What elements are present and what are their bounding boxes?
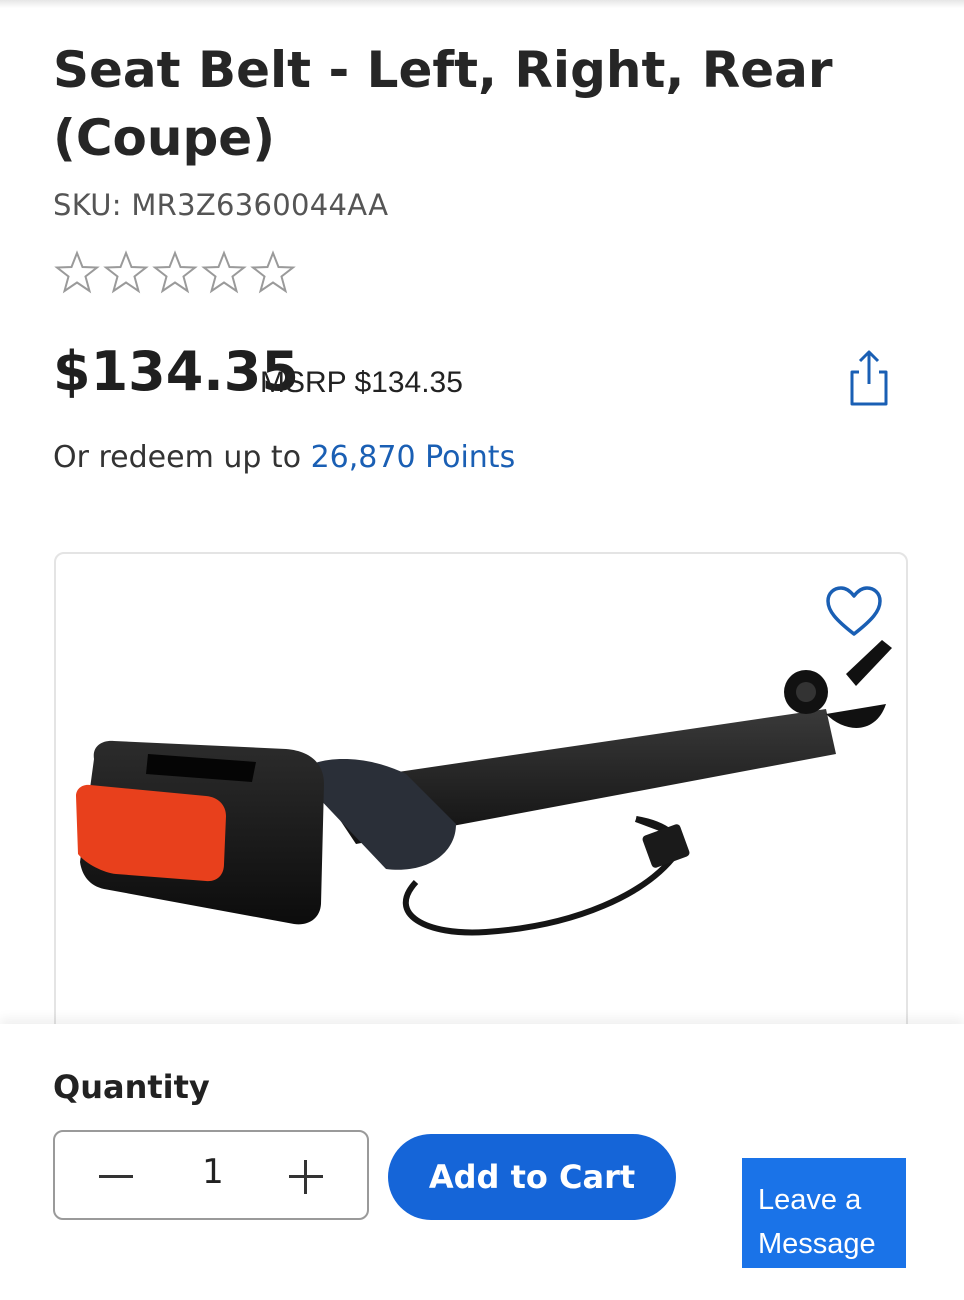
rating-stars[interactable] — [53, 250, 297, 294]
product-title: Seat Belt - Left, Right, Rear (Coupe) — [53, 41, 833, 167]
star-outline-icon — [152, 250, 198, 294]
leave-message-line2: Message — [758, 1228, 876, 1260]
redeem-prefix: Or redeem up to — [53, 440, 311, 475]
add-to-cart-button[interactable]: Add to Cart — [388, 1134, 676, 1220]
share-button[interactable] — [842, 346, 896, 410]
redeem-points-text: Or redeem up to 26,870 Points — [53, 440, 515, 475]
quantity-value[interactable]: 1 — [195, 1152, 231, 1192]
share-icon — [850, 350, 888, 406]
product-msrp: MSRP $134.35 — [260, 366, 463, 399]
top-edge-shadow — [0, 0, 964, 8]
star-outline-icon — [250, 250, 296, 294]
leave-message-line1: Leave a — [758, 1184, 862, 1216]
star-outline-icon — [103, 250, 149, 294]
plus-icon[interactable] — [289, 1160, 323, 1194]
minus-icon[interactable] — [99, 1175, 133, 1178]
purchase-panel: Quantity 1 Add to Cart Leave a Message — [0, 1024, 964, 1300]
product-image-card[interactable] — [54, 552, 908, 1072]
leave-message-button[interactable]: Leave a Message — [742, 1158, 906, 1268]
star-outline-icon — [54, 250, 100, 294]
quantity-stepper[interactable]: 1 — [53, 1130, 369, 1220]
product-sku: SKU: MR3Z6360044AA — [53, 188, 389, 222]
star-outline-icon — [201, 250, 247, 294]
product-image — [76, 640, 892, 936]
quantity-label: Quantity — [53, 1068, 210, 1106]
redeem-points-link[interactable]: 26,870 Points — [311, 440, 516, 475]
